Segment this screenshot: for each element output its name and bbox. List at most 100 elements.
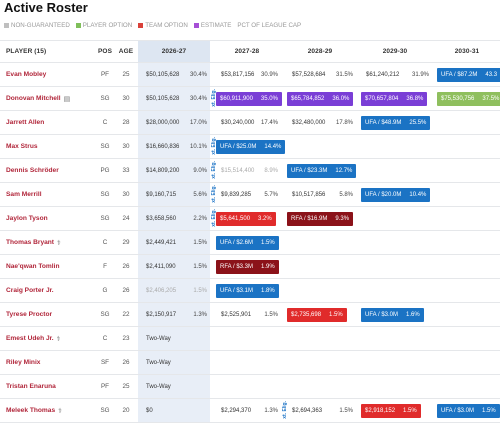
- player-name-link[interactable]: Sam Merrill: [6, 183, 86, 206]
- player-name[interactable]: Nae'qwan Tomlin: [6, 263, 59, 270]
- table-row[interactable]: Tristan Enaruna PF 25 Two-Way: [0, 375, 500, 399]
- table-row[interactable]: Donovan Mitchell ▤ SG 30 $50,105,628 30.4% xt.…: [0, 87, 500, 111]
- contract-pill[interactable]: UFA / $20.0M 10.4%: [361, 188, 431, 202]
- contract-pill[interactable]: $65,784,852 36.0%: [287, 92, 354, 106]
- player-name-link[interactable]: Jaylon Tyson: [6, 207, 86, 230]
- season-2027-28-header[interactable]: 2027-28: [213, 41, 281, 62]
- player-name-link[interactable]: Riley Minix: [6, 351, 86, 374]
- cap-pct: 5.8%: [339, 191, 353, 198]
- salary-cell-y1: $2,411,090 1.5%: [138, 255, 210, 278]
- contract-pill[interactable]: $5,641,500 3.2%: [216, 212, 276, 226]
- salary-cell-y4: $61,240,212 31.9%: [358, 63, 432, 86]
- salary-cell-y1: $16,660,836 10.1%: [138, 135, 210, 158]
- contract-pill[interactable]: UFA / $25.0M 14.4%: [216, 140, 286, 154]
- contract-pill[interactable]: UFA / $3.0M 1.5%: [437, 404, 500, 418]
- contract-pill[interactable]: $75,530,756 37.5%: [437, 92, 500, 106]
- table-row[interactable]: Thomas Bryant ⚕ C 29 $2,449,421 1.5% UFA / $2.…: [0, 231, 500, 255]
- salary-cell-y4: $70,657,804 36.8%: [358, 87, 432, 110]
- player-position: PF: [100, 71, 110, 78]
- contract-pill[interactable]: UFA / $87.2M 43.3: [437, 68, 500, 82]
- salary-cell-y3: $10,517,856 5.8%: [284, 183, 356, 206]
- pos-column-header[interactable]: POS: [96, 41, 114, 62]
- player-name[interactable]: Riley Minix: [6, 359, 40, 366]
- season-2030-31-header[interactable]: 2030-31: [434, 41, 500, 62]
- player-name[interactable]: Sam Merrill: [6, 191, 42, 198]
- contract-pill[interactable]: RFA / $3.3M 1.9%: [216, 260, 279, 274]
- player-name-link[interactable]: Emest Udeh Jr. ⚕: [6, 327, 86, 350]
- season-2026-27-header[interactable]: 2026-27: [138, 41, 210, 62]
- legend-label: ESTIMATE: [200, 22, 232, 29]
- contract-pill-pct: 43.3: [485, 72, 498, 78]
- player-name[interactable]: Evan Mobley: [6, 71, 46, 78]
- table-row[interactable]: Max Strus SG 30 $16,660,836 10.1% xt. Elig. UF…: [0, 135, 500, 159]
- salary-cell-y4: [358, 135, 432, 158]
- player-name-link[interactable]: Nae'qwan Tomlin: [6, 255, 86, 278]
- table-row[interactable]: Emest Udeh Jr. ⚕ C 23 Two-Way: [0, 327, 500, 351]
- contract-pill-value: UFA / $2.6M: [220, 240, 254, 246]
- contract-pill[interactable]: $70,657,804 36.8%: [361, 92, 428, 106]
- cap-pct: 31.9%: [411, 71, 429, 78]
- contract-pill[interactable]: UFA / $3.0M 1.6%: [361, 308, 424, 322]
- player-name[interactable]: Thomas Bryant: [6, 239, 54, 246]
- contract-pill[interactable]: $2,735,698 1.5%: [287, 308, 347, 322]
- player-name-link[interactable]: Dennis Schröder: [6, 159, 86, 182]
- player-age: 23: [122, 335, 130, 342]
- salary-cell-y5: UFA / $87.2M 43.3: [434, 63, 500, 86]
- contract-pill[interactable]: UFA / $23.3M 12.7%: [287, 164, 357, 178]
- contract-pill[interactable]: UFA / $48.9M 25.5%: [361, 116, 431, 130]
- salary-cell-y2: UFA / $2.6M 1.5%: [213, 231, 281, 254]
- table-row[interactable]: Jarrett Allen C 28 $28,000,000 17.0% $30,240,…: [0, 111, 500, 135]
- table-row[interactable]: Meleek Thomas ⚕ SG 20 $0 $2,294,370 1.3% xt. El…: [0, 399, 500, 423]
- table-row[interactable]: Craig Porter Jr. G 26 $2,406,205 1.5% UFA / $…: [0, 279, 500, 303]
- player-name-link[interactable]: Jarrett Allen: [6, 111, 86, 134]
- contract-pill[interactable]: UFA / $3.1M 1.8%: [216, 284, 279, 298]
- player-age: 22: [122, 311, 130, 318]
- table-row[interactable]: Tyrese Proctor SG 22 $2,150,917 1.3% $2,525,9…: [0, 303, 500, 327]
- table-row[interactable]: Dennis Schröder PG 33 $14,809,200 9.0% xt. El…: [0, 159, 500, 183]
- player-name[interactable]: Tyrese Proctor: [6, 311, 52, 318]
- table-row[interactable]: Sam Merrill SG 30 $9,160,715 5.6% xt. Elig. $9…: [0, 183, 500, 207]
- player-name-link[interactable]: Max Strus: [6, 135, 86, 158]
- salary-amount: $50,105,628: [146, 71, 180, 78]
- player-name[interactable]: Jaylon Tyson: [6, 215, 48, 222]
- player-name[interactable]: Dennis Schröder: [6, 167, 59, 174]
- player-name-link[interactable]: Tristan Enaruna: [6, 375, 86, 398]
- player-name[interactable]: Meleek Thomas: [6, 407, 55, 414]
- player-name-link[interactable]: Evan Mobley: [6, 63, 86, 86]
- player-name[interactable]: Craig Porter Jr.: [6, 287, 54, 294]
- legend-label: PCT OF LEAGUE CAP: [237, 22, 302, 29]
- contract-pill[interactable]: UFA / $2.6M 1.5%: [216, 236, 279, 250]
- table-row[interactable]: Nae'qwan Tomlin F 26 $2,411,090 1.5% RFA / $3…: [0, 255, 500, 279]
- roster-table: PLAYER (15) POS AGE 2026-27 2027-28 2028…: [0, 40, 500, 423]
- contract-pill-value: UFA / $20.0M: [365, 192, 402, 198]
- contract-pill[interactable]: RFA / $16.9M 9.3%: [287, 212, 354, 226]
- player-age: 29: [122, 239, 130, 246]
- contract-pill[interactable]: $60,911,900 35.0%: [216, 92, 282, 106]
- player-age: 26: [122, 359, 130, 366]
- player-name[interactable]: Max Strus: [6, 143, 38, 150]
- age-column-header[interactable]: AGE: [118, 41, 134, 62]
- player-name-link[interactable]: Donovan Mitchell ▤: [6, 87, 86, 110]
- player-name-link[interactable]: Thomas Bryant ⚕: [6, 231, 86, 254]
- salary-amount: $0: [146, 407, 153, 414]
- table-row[interactable]: Jaylon Tyson SG 24 $3,658,560 2.2% xt. Elig. $…: [0, 207, 500, 231]
- player-name-link[interactable]: Meleek Thomas ⚕: [6, 399, 86, 422]
- player-name-link[interactable]: Craig Porter Jr.: [6, 279, 86, 302]
- table-row[interactable]: Evan Mobley PF 25 $50,105,628 30.4% $53,817,1…: [0, 63, 500, 87]
- player-column-header[interactable]: PLAYER (15): [6, 41, 86, 62]
- table-row[interactable]: Riley Minix SF 26 Two-Way: [0, 351, 500, 375]
- salary-amount: $57,528,684: [292, 71, 326, 78]
- salary-amount: $61,240,212: [366, 71, 400, 78]
- salary-cell-y4: [358, 207, 432, 230]
- player-name[interactable]: Donovan Mitchell: [6, 95, 61, 102]
- season-2029-30-header[interactable]: 2029-30: [358, 41, 432, 62]
- player-name[interactable]: Emest Udeh Jr.: [6, 335, 54, 342]
- player-name[interactable]: Jarrett Allen: [6, 119, 44, 126]
- contract-pill-pct: 35.0%: [260, 96, 278, 102]
- player-name-link[interactable]: Tyrese Proctor: [6, 303, 86, 326]
- player-name[interactable]: Tristan Enaruna: [6, 383, 56, 390]
- salary-cell-y5: [434, 351, 500, 374]
- salary-cell-y2: [213, 327, 281, 350]
- season-2028-29-header[interactable]: 2028-29: [284, 41, 356, 62]
- contract-pill[interactable]: $2,918,152 1.5%: [361, 404, 421, 418]
